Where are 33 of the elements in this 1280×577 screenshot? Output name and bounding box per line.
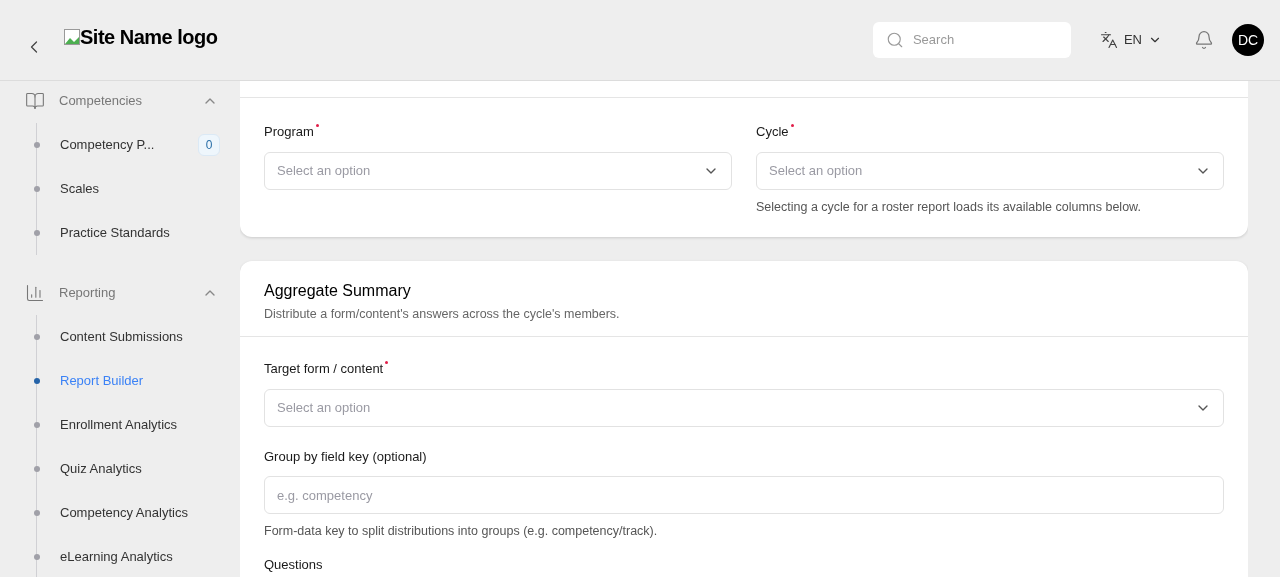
search-input[interactable]: Search bbox=[912, 30, 1043, 50]
sidebar-item[interactable]: Competency Analytics bbox=[60, 503, 188, 523]
sidebar-item[interactable]: Enrollment Analytics bbox=[60, 415, 178, 435]
search-icon bbox=[885, 31, 904, 49]
notifications-button[interactable] bbox=[1194, 30, 1214, 50]
broken-image-icon bbox=[64, 29, 80, 45]
field-label: Program bbox=[264, 123, 314, 141]
sidebar-item[interactable]: Scales bbox=[60, 179, 100, 199]
user-avatar[interactable]: DC bbox=[1232, 24, 1264, 56]
field-label: Target form / content bbox=[264, 360, 384, 378]
help-text: Form-data key to split distributions into groups (e.g. competency/track). bbox=[264, 523, 659, 540]
card-subtitle: Distribute a form/content's answers across the cycle's members. bbox=[264, 306, 621, 324]
sidebar-item[interactable]: Content Submissions bbox=[60, 327, 183, 347]
sidebar-item[interactable]: eLearning Analytics bbox=[60, 547, 173, 567]
search-field[interactable]: Search bbox=[872, 22, 1071, 58]
sidebar-item[interactable]: Quiz Analytics bbox=[60, 459, 142, 479]
bell-icon bbox=[1194, 30, 1214, 50]
sidebar-group[interactable]: Reporting bbox=[0, 271, 240, 315]
field-label: Cycle bbox=[756, 123, 789, 141]
sidebar-item[interactable]: Practice Standards bbox=[60, 223, 170, 243]
section-label: Questions bbox=[264, 555, 324, 574]
book-icon bbox=[25, 91, 45, 111]
input-field[interactable]: e.g. competency bbox=[264, 476, 1224, 514]
help-text: Selecting a cycle for a roster report loads its available columns below. bbox=[756, 198, 1142, 216]
language-button[interactable]: EN bbox=[1099, 30, 1162, 50]
bar-chart-icon bbox=[25, 283, 45, 303]
translate-icon bbox=[1099, 31, 1118, 49]
logo-alt-text: Site Name logo bbox=[80, 25, 218, 50]
count-badge: 0 bbox=[198, 134, 220, 156]
sidebar-item[interactable]: Competency P... bbox=[60, 135, 155, 155]
card-title: Aggregate Summary bbox=[264, 281, 412, 302]
sidebar-group[interactable]: Competencies bbox=[0, 81, 240, 123]
field-label: Group by field key (optional) bbox=[264, 447, 427, 466]
